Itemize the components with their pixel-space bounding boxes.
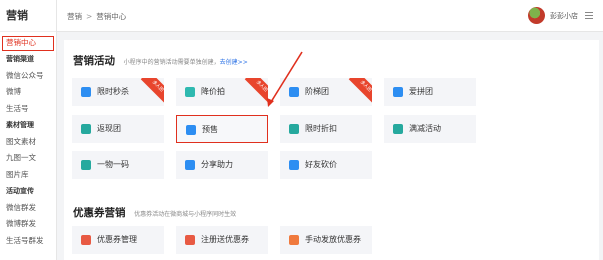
menu-icon[interactable] — [585, 12, 593, 19]
coupon-card[interactable]: 优惠券管理 — [72, 226, 164, 254]
ladder-icon — [289, 87, 299, 97]
user-avatar-icon[interactable] — [528, 7, 545, 24]
marketing-card[interactable]: 预售 — [176, 115, 268, 143]
breadcrumb: 营销 > 营销中心 — [67, 11, 126, 22]
register-coupon-icon — [185, 235, 195, 245]
sidebar-item-wechat-mass[interactable]: 微信群发 — [0, 200, 56, 217]
corner-badge: 多人团 — [348, 78, 372, 104]
marketing-card-label: 爱拼团 — [409, 87, 433, 96]
corner-badge: 多人团 — [140, 78, 164, 104]
marketing-card-label: 满减活动 — [409, 124, 441, 133]
create-link[interactable]: 去创建>> — [220, 59, 248, 66]
corner-badge: 多人团 — [244, 78, 268, 104]
coupon-section-desc: 优惠券活动在微商城与小程序同时生效 — [134, 211, 237, 218]
sidebar-item-article-materials[interactable]: 图文素材 — [0, 134, 56, 151]
breadcrumb-item-current: 营销中心 — [96, 12, 127, 21]
marketing-card-label: 一物一码 — [97, 160, 129, 169]
sidebar: 营销 营销中心 营销渠道 微信公众号 微博 生活号 素材管理 图文素材 九图一文… — [0, 0, 57, 260]
marketing-card[interactable]: 满减活动 — [384, 115, 476, 143]
marketing-card-label: 好友砍价 — [305, 160, 337, 169]
sidebar-item-nine-images[interactable]: 九图一文 — [0, 150, 56, 167]
user-menu[interactable]: 彭彭小店 — [528, 7, 593, 24]
marketing-card[interactable]: 降价拍 多人团 — [176, 78, 268, 106]
marketing-card-label: 阶梯团 — [305, 87, 329, 96]
marketing-card[interactable]: 一物一码 — [72, 151, 164, 179]
top-header: 营销 > 营销中心 彭彭小店 — [57, 0, 603, 32]
sidebar-section-channels: 营销渠道 — [6, 55, 34, 63]
marketing-card-label: 预售 — [202, 125, 218, 134]
sidebar-item-image-library[interactable]: 图片库 — [0, 167, 56, 184]
qrcode-icon — [81, 160, 91, 170]
sidebar-item-life-account[interactable]: 生活号 — [0, 101, 56, 118]
sidebar-section-promotion: 活动宣传 — [6, 187, 34, 195]
presale-icon — [186, 125, 196, 135]
breadcrumb-separator: > — [86, 12, 93, 21]
marketing-section-title: 营销活动 小程序中的营销活动需要单独创建，去创建>> — [73, 53, 248, 68]
coupon-icon — [81, 235, 91, 245]
breadcrumb-item[interactable]: 营销 — [67, 12, 82, 21]
sidebar-item-marketing-center[interactable]: 营销中心 — [2, 36, 54, 51]
marketing-title-text: 营销活动 — [73, 55, 115, 67]
group-icon — [393, 87, 403, 97]
coupon-card-label: 优惠券管理 — [97, 235, 137, 244]
sidebar-item-wechat-official[interactable]: 微信公众号 — [0, 68, 56, 85]
marketing-card-label: 限时秒杀 — [97, 87, 129, 96]
discount-icon — [289, 124, 299, 134]
sidebar-brand: 营销 — [0, 0, 56, 32]
marketing-section-desc: 小程序中的营销活动需要单独创建，去创建>> — [124, 59, 248, 66]
coupon-section-title: 优惠券营销 优惠券活动在微商城与小程序同时生效 — [73, 205, 236, 220]
coupon-title-text: 优惠券营销 — [73, 207, 126, 219]
coupon-card-label: 手动发放优惠券 — [305, 235, 361, 244]
marketing-card[interactable]: 爱拼团 — [384, 78, 476, 106]
sidebar-list: 营销中心 营销渠道 微信公众号 微博 生活号 素材管理 图文素材 九图一文 图片… — [0, 32, 56, 249]
sidebar-item-weibo-mass[interactable]: 微博群发 — [0, 216, 56, 233]
cashback-icon — [81, 124, 91, 134]
main-panel: 营销活动 小程序中的营销活动需要单独创建，去创建>> 限时秒杀 多人团 降价拍 多人团… — [64, 40, 599, 260]
sidebar-item-life-mass[interactable]: 生活号群发 — [0, 233, 56, 250]
marketing-card[interactable]: 阶梯团 多人团 — [280, 78, 372, 106]
store-name[interactable]: 彭彭小店 — [550, 11, 578, 21]
manual-coupon-icon — [289, 235, 299, 245]
coupon-card-label: 注册送优惠券 — [201, 235, 249, 244]
marketing-card-label: 返现团 — [97, 124, 121, 133]
marketing-card[interactable]: 限时秒杀 多人团 — [72, 78, 164, 106]
marketing-desc-text: 小程序中的营销活动需要单独创建， — [123, 59, 220, 66]
share-icon — [185, 160, 195, 170]
marketing-card[interactable]: 好友砍价 — [280, 151, 372, 179]
clock-icon — [81, 87, 91, 97]
marketing-card[interactable]: 返现团 — [72, 115, 164, 143]
marketing-card[interactable]: 限时折扣 — [280, 115, 372, 143]
coupon-card[interactable]: 注册送优惠券 — [176, 226, 268, 254]
marketing-card-label: 限时折扣 — [305, 124, 337, 133]
sidebar-item-weibo[interactable]: 微博 — [0, 84, 56, 101]
marketing-card[interactable]: 分享助力 — [176, 151, 268, 179]
marketing-card-label: 降价拍 — [201, 87, 225, 96]
bargain-icon — [289, 160, 299, 170]
coupon-card[interactable]: 手动发放优惠券 — [280, 226, 372, 254]
marketing-card-label: 分享助力 — [201, 160, 233, 169]
app-root: 营销 营销中心 营销渠道 微信公众号 微博 生活号 素材管理 图文素材 九图一文… — [0, 0, 603, 260]
full-reduction-icon — [393, 124, 403, 134]
price-down-icon — [185, 87, 195, 97]
sidebar-section-materials: 素材管理 — [6, 121, 34, 129]
